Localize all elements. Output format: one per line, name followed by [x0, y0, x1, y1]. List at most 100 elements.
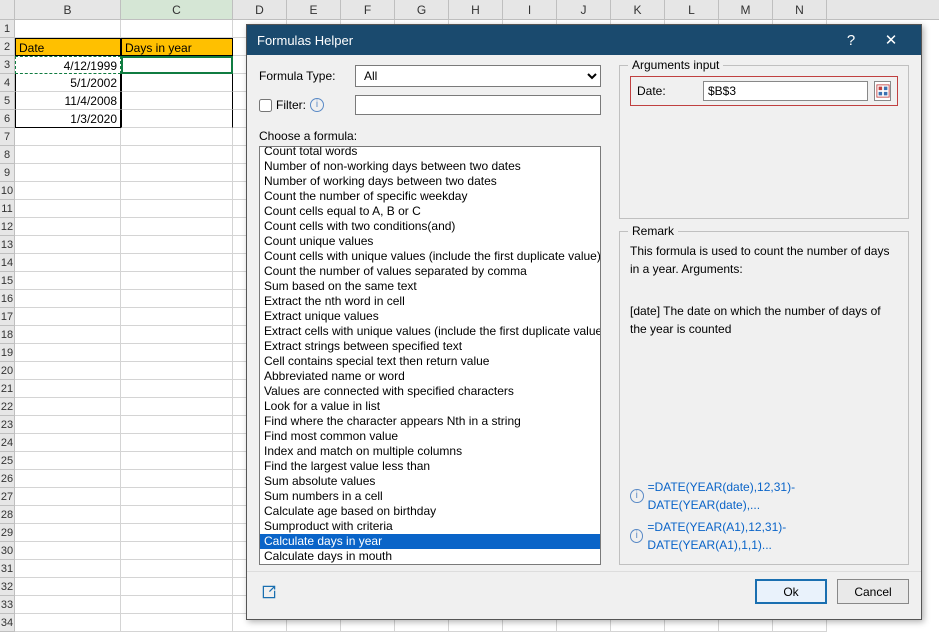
row-header[interactable]: 21	[0, 380, 15, 398]
cancel-button[interactable]: Cancel	[837, 579, 909, 604]
formula-item[interactable]: Extract unique values	[260, 309, 600, 324]
cell-C8[interactable]	[121, 146, 233, 164]
formula-preview-2[interactable]: i =DATE(YEAR(A1),12,31)-DATE(YEAR(A1),1,…	[630, 518, 898, 554]
formula-item[interactable]: Count the number of specific weekday	[260, 189, 600, 204]
formula-item[interactable]: Calculate days in year	[260, 534, 600, 549]
row-header[interactable]: 34	[0, 614, 15, 632]
col-header-H[interactable]: H	[449, 0, 503, 19]
row-header[interactable]: 6	[0, 110, 15, 128]
row-header[interactable]: 5	[0, 92, 15, 110]
col-header-L[interactable]: L	[665, 0, 719, 19]
formula-listbox[interactable]: Convert date to quarterCount the number …	[259, 146, 601, 565]
row-header[interactable]: 23	[0, 416, 15, 434]
cell-B29[interactable]	[15, 524, 121, 542]
cell-C4[interactable]	[121, 74, 233, 92]
row-header[interactable]: 19	[0, 344, 15, 362]
cell-B11[interactable]	[15, 200, 121, 218]
row-header[interactable]: 29	[0, 524, 15, 542]
close-button[interactable]: ✕	[871, 31, 911, 49]
col-header-D[interactable]: D	[233, 0, 287, 19]
cell-C27[interactable]	[121, 488, 233, 506]
cell-C24[interactable]	[121, 434, 233, 452]
cell-C13[interactable]	[121, 236, 233, 254]
formula-item[interactable]: Sum numbers in a cell	[260, 489, 600, 504]
titlebar[interactable]: Formulas Helper ? ✕	[247, 25, 921, 55]
cell-C1[interactable]	[121, 20, 233, 38]
cell-C33[interactable]	[121, 596, 233, 614]
formula-item[interactable]: Count cells with two conditions(and)	[260, 219, 600, 234]
cell-B8[interactable]	[15, 146, 121, 164]
cell-C29[interactable]	[121, 524, 233, 542]
cell-B27[interactable]	[15, 488, 121, 506]
col-header-J[interactable]: J	[557, 0, 611, 19]
row-header[interactable]: 12	[0, 218, 15, 236]
cell-B32[interactable]	[15, 578, 121, 596]
cell-B10[interactable]	[15, 182, 121, 200]
formula-preview-1[interactable]: i =DATE(YEAR(date),12,31)-DATE(YEAR(date…	[630, 478, 898, 514]
row-header[interactable]: 2	[0, 38, 15, 56]
cell-B5[interactable]: 11/4/2008	[15, 92, 121, 110]
formula-item[interactable]: Abbreviated name or word	[260, 369, 600, 384]
row-header[interactable]: 25	[0, 452, 15, 470]
col-header-K[interactable]: K	[611, 0, 665, 19]
formula-item[interactable]: Sum based on the same text	[260, 279, 600, 294]
cell-B20[interactable]	[15, 362, 121, 380]
row-header[interactable]: 26	[0, 470, 15, 488]
formula-item[interactable]: Number of working days between two dates	[260, 174, 600, 189]
cell-C14[interactable]	[121, 254, 233, 272]
row-header[interactable]: 18	[0, 326, 15, 344]
row-header[interactable]: 32	[0, 578, 15, 596]
row-header[interactable]: 13	[0, 236, 15, 254]
cell-C10[interactable]	[121, 182, 233, 200]
cell-B18[interactable]	[15, 326, 121, 344]
cell-B24[interactable]	[15, 434, 121, 452]
col-header-B[interactable]: B	[15, 0, 121, 19]
row-header[interactable]: 22	[0, 398, 15, 416]
cell-C12[interactable]	[121, 218, 233, 236]
cell-B34[interactable]	[15, 614, 121, 632]
cell-C16[interactable]	[121, 290, 233, 308]
cell-B3[interactable]: 4/12/1999	[15, 56, 121, 74]
cell-C9[interactable]	[121, 164, 233, 182]
cell-C7[interactable]	[121, 128, 233, 146]
formula-item[interactable]: Sumproduct with criteria	[260, 519, 600, 534]
col-header-I[interactable]: I	[503, 0, 557, 19]
cell-B26[interactable]	[15, 470, 121, 488]
range-picker-button[interactable]	[874, 81, 891, 101]
row-header[interactable]: 7	[0, 128, 15, 146]
formula-item[interactable]: Count the number of values separated by …	[260, 264, 600, 279]
row-header[interactable]: 17	[0, 308, 15, 326]
row-header[interactable]: 15	[0, 272, 15, 290]
cell-B2[interactable]: Date	[15, 38, 121, 56]
formula-item[interactable]: Extract strings between specified text	[260, 339, 600, 354]
cell-B30[interactable]	[15, 542, 121, 560]
cell-B14[interactable]	[15, 254, 121, 272]
formula-item[interactable]: Find most common value	[260, 429, 600, 444]
cell-B25[interactable]	[15, 452, 121, 470]
cell-C11[interactable]	[121, 200, 233, 218]
row-header[interactable]: 31	[0, 560, 15, 578]
formula-item[interactable]: Look for a value in list	[260, 399, 600, 414]
cell-B22[interactable]	[15, 398, 121, 416]
cell-C32[interactable]	[121, 578, 233, 596]
formula-item[interactable]: Find where the character appears Nth in …	[260, 414, 600, 429]
row-header[interactable]: 8	[0, 146, 15, 164]
cell-B7[interactable]	[15, 128, 121, 146]
filter-checkbox[interactable]	[259, 99, 272, 112]
formula-item[interactable]: Extract the nth word in cell	[260, 294, 600, 309]
cell-B15[interactable]	[15, 272, 121, 290]
cell-C19[interactable]	[121, 344, 233, 362]
cell-C15[interactable]	[121, 272, 233, 290]
cell-C22[interactable]	[121, 398, 233, 416]
cell-C30[interactable]	[121, 542, 233, 560]
row-header[interactable]: 10	[0, 182, 15, 200]
cell-B31[interactable]	[15, 560, 121, 578]
cell-C2[interactable]: Days in year	[121, 38, 233, 56]
formula-item[interactable]: Count cells with unique values (include …	[260, 249, 600, 264]
ok-button[interactable]: Ok	[755, 579, 827, 604]
cell-C28[interactable]	[121, 506, 233, 524]
cell-C34[interactable]	[121, 614, 233, 632]
formula-item[interactable]: Index and match on multiple columns	[260, 444, 600, 459]
cell-B9[interactable]	[15, 164, 121, 182]
cell-C26[interactable]	[121, 470, 233, 488]
